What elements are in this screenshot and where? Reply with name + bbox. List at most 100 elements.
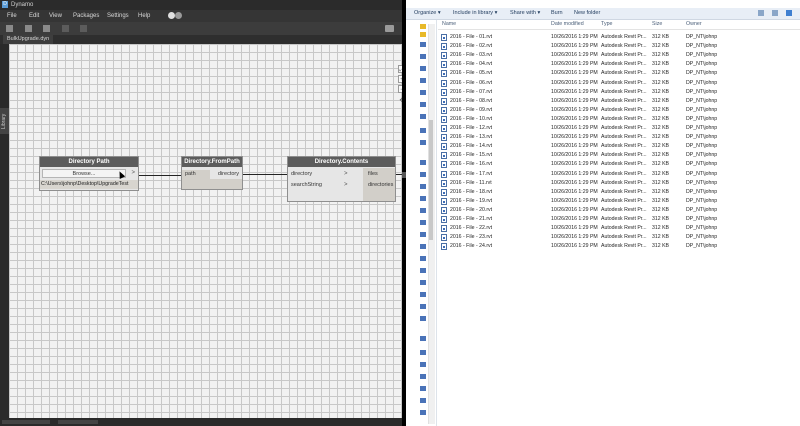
tab-bulkupgrade[interactable]: BulkUpgrade.dyn	[3, 35, 54, 44]
homegroup-icon[interactable]	[420, 336, 426, 341]
file-row[interactable]: 2016 - File - 05.rvt 10/26/2016 1:29 PM Au…	[438, 69, 800, 78]
organize-button[interactable]: Organize ▾	[414, 10, 441, 17]
menu-view[interactable]: View	[49, 12, 62, 20]
folder-icon[interactable]	[420, 410, 426, 415]
menu-packages[interactable]: Packages	[73, 12, 99, 20]
file-row[interactable]: 2016 - File - 22.rvt 10/26/2016 1:29 PM Au…	[438, 224, 800, 233]
drive-icon[interactable]	[420, 140, 426, 145]
folder-icon[interactable]	[420, 256, 426, 261]
column-type[interactable]: Type	[601, 21, 612, 28]
input-port-directory[interactable]: directory	[291, 170, 312, 179]
menu-help[interactable]: Help	[138, 12, 150, 20]
file-row[interactable]: 2016 - File - 01.rvt 10/26/2016 1:29 PM Au…	[438, 33, 800, 42]
run-mode-selector[interactable]	[2, 420, 50, 424]
undo-icon[interactable]	[62, 25, 69, 32]
menu-settings[interactable]: Settings	[107, 12, 129, 20]
node-directory-frompath[interactable]: Directory.FromPath path directory	[181, 156, 243, 190]
column-size[interactable]: Size	[652, 21, 662, 28]
help-icon[interactable]	[786, 10, 792, 16]
folder-icon[interactable]	[420, 232, 426, 237]
library-toggle[interactable]: Library	[0, 108, 9, 134]
column-name[interactable]: Name	[442, 21, 456, 28]
folder-icon[interactable]	[420, 350, 426, 355]
file-row[interactable]: 2016 - File - 13.rvt 10/26/2016 1:29 PM Au…	[438, 133, 800, 142]
column-owner[interactable]: Owner	[686, 21, 702, 28]
browse-button[interactable]: Browse...	[42, 169, 126, 178]
folder-icon[interactable]	[420, 398, 426, 403]
file-row[interactable]: 2016 - File - 17.rvt 10/26/2016 1:29 PM Au…	[438, 170, 800, 179]
folder-icon[interactable]	[420, 172, 426, 177]
graph-canvas[interactable]: ⤢ + − ✥ Directory Path Browse... > C:\Us…	[9, 44, 406, 418]
menu-edit[interactable]: Edit	[29, 12, 39, 20]
videos-icon[interactable]	[420, 102, 426, 107]
account-icon[interactable]	[175, 12, 182, 19]
folder-icon[interactable]	[420, 184, 426, 189]
revit-file-icon	[441, 206, 447, 214]
menu-file[interactable]: File	[7, 12, 17, 20]
folder-icon[interactable]	[420, 220, 426, 225]
folder-icon[interactable]	[420, 280, 426, 285]
burn-button[interactable]: Burn	[551, 10, 563, 17]
output-port-directory[interactable]: directory	[218, 170, 239, 179]
new-folder-button[interactable]: New folder	[574, 10, 600, 17]
open-file-icon[interactable]	[25, 25, 32, 32]
new-file-icon[interactable]	[6, 25, 13, 32]
downloads-icon[interactable]	[420, 42, 426, 47]
input-port-searchstring[interactable]: searchString	[291, 181, 322, 190]
folder-icon[interactable]	[420, 268, 426, 273]
output-port-files[interactable]: files	[368, 170, 378, 179]
file-row[interactable]: 2016 - File - 23.rvt 10/26/2016 1:29 PM Au…	[438, 233, 800, 242]
share-with-button[interactable]: Share with ▾	[510, 10, 540, 17]
folder-icon[interactable]	[420, 316, 426, 321]
file-row[interactable]: 2016 - File - 09.rvt 10/26/2016 1:29 PM Au…	[438, 106, 800, 115]
screenshot-camera-icon[interactable]	[385, 25, 394, 32]
output-port-directories[interactable]: directories	[368, 181, 393, 190]
pictures-icon[interactable]	[420, 90, 426, 95]
network-icon[interactable]	[420, 160, 426, 165]
libraries-icon[interactable]	[420, 54, 426, 59]
file-row[interactable]: 2016 - File - 06.rvt 10/26/2016 1:29 PM Au…	[438, 79, 800, 88]
folder-icon[interactable]	[420, 292, 426, 297]
folder-icon[interactable]	[420, 196, 426, 201]
folder-icon[interactable]	[420, 362, 426, 367]
file-row[interactable]: 2016 - File - 14.rvt 10/26/2016 1:29 PM Au…	[438, 142, 800, 151]
folder-icon[interactable]	[420, 244, 426, 249]
computer-icon[interactable]	[420, 114, 426, 119]
file-row[interactable]: 2016 - File - 16.rvt 10/26/2016 1:29 PM Au…	[438, 160, 800, 169]
preview-pane-icon[interactable]	[772, 10, 778, 16]
revit-file-icon	[441, 170, 447, 178]
file-row[interactable]: 2016 - File - 24.rvt 10/26/2016 1:29 PM Au…	[438, 242, 800, 251]
drive-icon[interactable]	[420, 128, 426, 133]
file-row[interactable]: 2016 - File - 04.rvt 10/26/2016 1:29 PM Au…	[438, 60, 800, 69]
file-row[interactable]: 2016 - File - 07.rvt 10/26/2016 1:29 PM Au…	[438, 88, 800, 97]
file-row[interactable]: 2016 - File - 11.rvt 10/26/2016 1:29 PM Au…	[438, 179, 800, 188]
file-row[interactable]: 2016 - File - 12.rvt 10/26/2016 1:29 PM Au…	[438, 124, 800, 133]
redo-icon[interactable]	[80, 25, 87, 32]
folder-icon[interactable]	[420, 386, 426, 391]
file-row[interactable]: 2016 - File - 19.rvt 10/26/2016 1:29 PM Au…	[438, 197, 800, 206]
file-row[interactable]: 2016 - File - 08.rvt 10/26/2016 1:29 PM Au…	[438, 97, 800, 106]
include-in-library-button[interactable]: Include in library ▾	[453, 10, 497, 17]
file-row[interactable]: 2016 - File - 02.rvt 10/26/2016 1:29 PM Au…	[438, 42, 800, 51]
node-directory-contents[interactable]: Directory.Contents directory > searchStr…	[287, 156, 396, 202]
favorites-star-icon[interactable]	[420, 24, 426, 29]
file-row[interactable]: 2016 - File - 18.rvt 10/26/2016 1:29 PM Au…	[438, 188, 800, 197]
input-port-path[interactable]: path	[185, 170, 196, 179]
view-options-icon[interactable]	[758, 10, 764, 16]
nav-scrollbar-thumb[interactable]	[429, 120, 433, 240]
output-port-icon[interactable]: >	[131, 169, 135, 178]
file-row[interactable]: 2016 - File - 15.rvt 10/26/2016 1:29 PM Au…	[438, 151, 800, 160]
folder-icon[interactable]	[420, 374, 426, 379]
column-date-modified[interactable]: Date modified	[551, 21, 584, 28]
notification-icon[interactable]	[168, 12, 175, 19]
documents-icon[interactable]	[420, 66, 426, 71]
save-file-icon[interactable]	[43, 25, 50, 32]
music-icon[interactable]	[420, 78, 426, 83]
folder-icon[interactable]	[420, 208, 426, 213]
desktop-icon[interactable]	[420, 32, 426, 37]
file-row[interactable]: 2016 - File - 03.rvt 10/26/2016 1:29 PM Au…	[438, 51, 800, 60]
file-row[interactable]: 2016 - File - 20.rvt 10/26/2016 1:29 PM Au…	[438, 206, 800, 215]
folder-icon[interactable]	[420, 304, 426, 309]
file-row[interactable]: 2016 - File - 21.rvt 10/26/2016 1:29 PM Au…	[438, 215, 800, 224]
file-row[interactable]: 2016 - File - 10.rvt 10/26/2016 1:29 PM Au…	[438, 115, 800, 124]
